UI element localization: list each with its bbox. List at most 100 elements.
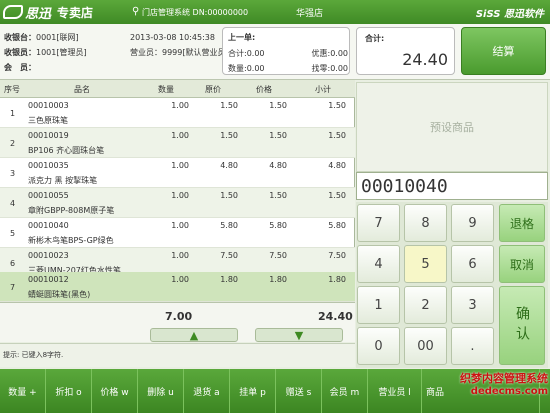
col-subtotal: 小计 xyxy=(315,85,331,94)
table-row[interactable]: 4 00010055 章附GBPP-808M原子笔 1.00 1.50 1.50… xyxy=(0,188,355,218)
key-8[interactable]: 8 xyxy=(404,204,447,242)
last-order-panel: 上一单: 合计:0.00 优惠:0.00 数量:0.00 找零:0.00 xyxy=(222,27,350,75)
salesperson-value: 9999[默认营业员] xyxy=(162,48,229,57)
function-discount-button[interactable]: 折扣 o xyxy=(46,369,92,413)
row-price: 7.50 xyxy=(269,251,287,260)
row-subtotal: 1.50 xyxy=(328,191,346,200)
row-price: 1.50 xyxy=(269,101,287,110)
row-orig: 4.80 xyxy=(220,161,238,170)
row-code: 00010040 xyxy=(28,221,69,230)
row-subtotal: 1.80 xyxy=(328,275,346,284)
system-title: 门店管理系统 DN:00000000 xyxy=(142,8,249,17)
row-orig: 1.50 xyxy=(220,101,238,110)
scroll-down-button[interactable]: ▼ xyxy=(255,328,343,342)
function-member-button[interactable]: 会员 m xyxy=(322,369,368,413)
brand-logo: SiSS 思迅软件 xyxy=(475,9,544,20)
key-9[interactable]: 9 xyxy=(451,204,494,242)
last-change-label: 找零: xyxy=(311,64,331,73)
row-num: 4 xyxy=(10,199,16,208)
register-value: 0001[联网] xyxy=(36,33,79,42)
row-code: 00010003 xyxy=(28,101,69,110)
row-name: 新彬木鸟笔BPS-GP绿色 xyxy=(28,236,114,245)
function-delete-button[interactable]: 删除 u xyxy=(138,369,184,413)
function-salesperson-button[interactable]: 营业员 l xyxy=(368,369,422,413)
key-00[interactable]: 00 xyxy=(404,327,447,365)
row-code: 00010035 xyxy=(28,161,69,170)
logo-text: 思迅 xyxy=(25,6,52,22)
key-4[interactable]: 4 xyxy=(357,245,400,283)
barcode-input[interactable]: 00010040 xyxy=(356,172,548,200)
row-qty: 1.00 xyxy=(171,101,189,110)
function-price-button[interactable]: 价格 w xyxy=(92,369,138,413)
total-amount: 24.40 xyxy=(318,310,353,323)
info-strip: 收银台：0001[联网] 收银员：1001[管理员] 会 员： 2013-03-… xyxy=(0,24,550,80)
hint-bar: 提示: 已键入8字符. xyxy=(0,343,355,367)
last-change-value: 0.00 xyxy=(330,64,348,73)
scroll-up-button[interactable]: ▲ xyxy=(150,328,238,342)
table-row-selected[interactable]: 7 00010012 蜻蜓圆珠笔(黑色) 1.00 1.80 1.80 1.80 xyxy=(0,272,355,302)
location-pin-icon: ⚲ xyxy=(132,6,140,17)
key-7[interactable]: 7 xyxy=(357,204,400,242)
total-quantity: 7.00 xyxy=(165,310,193,323)
arrow-down-icon: ▼ xyxy=(294,328,304,342)
row-qty: 1.00 xyxy=(171,131,189,140)
row-price: 5.80 xyxy=(269,221,287,230)
total-value: 24.40 xyxy=(402,50,448,69)
key-2[interactable]: 2 xyxy=(404,286,447,324)
row-name: 三色原珠笔 xyxy=(28,116,68,125)
row-num: 5 xyxy=(10,229,16,238)
row-orig: 1.50 xyxy=(220,191,238,200)
logo-icon xyxy=(3,5,23,19)
key-0[interactable]: 0 xyxy=(357,327,400,365)
checkout-button[interactable]: 结算 xyxy=(461,27,546,75)
row-subtotal: 7.50 xyxy=(328,251,346,260)
row-code: 00010055 xyxy=(28,191,69,200)
row-subtotal: 4.80 xyxy=(328,161,346,170)
backspace-button[interactable]: 退格 xyxy=(499,204,545,242)
row-qty: 1.00 xyxy=(171,275,189,284)
key-1[interactable]: 1 xyxy=(357,286,400,324)
preset-products-area[interactable]: 预设商品 xyxy=(356,82,548,172)
table-header: 序号 品名 数量 原价 价格 小计 xyxy=(0,80,355,98)
row-code: 00010023 xyxy=(28,251,69,260)
col-price: 价格 xyxy=(256,85,272,94)
key-6[interactable]: 6 xyxy=(451,245,494,283)
function-hold-button[interactable]: 挂单 p xyxy=(230,369,276,413)
keypad: 7 8 9 4 5 6 1 2 3 0 00 . 退格 取消 确认 xyxy=(356,202,548,368)
row-qty: 1.00 xyxy=(171,161,189,170)
key-3[interactable]: 3 xyxy=(451,286,494,324)
last-qty-value: 0.00 xyxy=(246,64,265,73)
row-orig: 1.50 xyxy=(220,131,238,140)
row-subtotal: 1.50 xyxy=(328,131,346,140)
confirm-button[interactable]: 确认 xyxy=(499,286,545,365)
row-num: 3 xyxy=(10,169,16,178)
session-info: 收银台：0001[联网] 收银员：1001[管理员] 会 员： xyxy=(4,30,87,75)
datetime: 2013-03-08 10:45:38 xyxy=(130,33,215,42)
watermark: 织梦内容管理系统 dedecms.com xyxy=(460,372,548,398)
function-gift-button[interactable]: 赠送 s xyxy=(276,369,322,413)
item-table: 序号 品名 数量 原价 价格 小计 1 00010003 三色原珠笔 1.00 … xyxy=(0,80,355,302)
function-qty-button[interactable]: 数量 + xyxy=(0,369,46,413)
last-discount-value: 0.00 xyxy=(330,49,348,58)
key-dot[interactable]: . xyxy=(451,327,494,365)
arrow-up-icon: ▲ xyxy=(189,328,199,342)
last-discount-label: 优惠: xyxy=(311,49,331,58)
key-5[interactable]: 5 xyxy=(404,245,447,283)
table-row[interactable]: 2 00010019 BP106 齐心圆珠台笔 1.00 1.50 1.50 1… xyxy=(0,128,355,158)
row-qty: 1.00 xyxy=(171,251,189,260)
table-row[interactable]: 1 00010003 三色原珠笔 1.00 1.50 1.50 1.50 xyxy=(0,98,355,128)
total-panel: 合计: 24.40 xyxy=(356,27,455,75)
row-subtotal: 5.80 xyxy=(328,221,346,230)
table-row[interactable]: 5 00010040 新彬木鸟笔BPS-GP绿色 1.00 5.80 5.80 … xyxy=(0,218,355,248)
col-seq: 序号 xyxy=(4,85,20,94)
last-total-value: 0.00 xyxy=(246,49,265,58)
cancel-button[interactable]: 取消 xyxy=(499,245,545,283)
watermark-line1: 织梦内容管理系统 xyxy=(460,372,548,385)
function-return-button[interactable]: 退货 a xyxy=(184,369,230,413)
col-name: 品名 xyxy=(74,85,90,94)
row-price: 4.80 xyxy=(269,161,287,170)
row-price: 1.50 xyxy=(269,191,287,200)
last-qty-label: 数量: xyxy=(228,64,247,73)
table-row[interactable]: 3 00010035 派克力 黑 按掣珠笔 1.00 4.80 4.80 4.8… xyxy=(0,158,355,188)
row-name: BP106 齐心圆珠台笔 xyxy=(28,146,105,155)
